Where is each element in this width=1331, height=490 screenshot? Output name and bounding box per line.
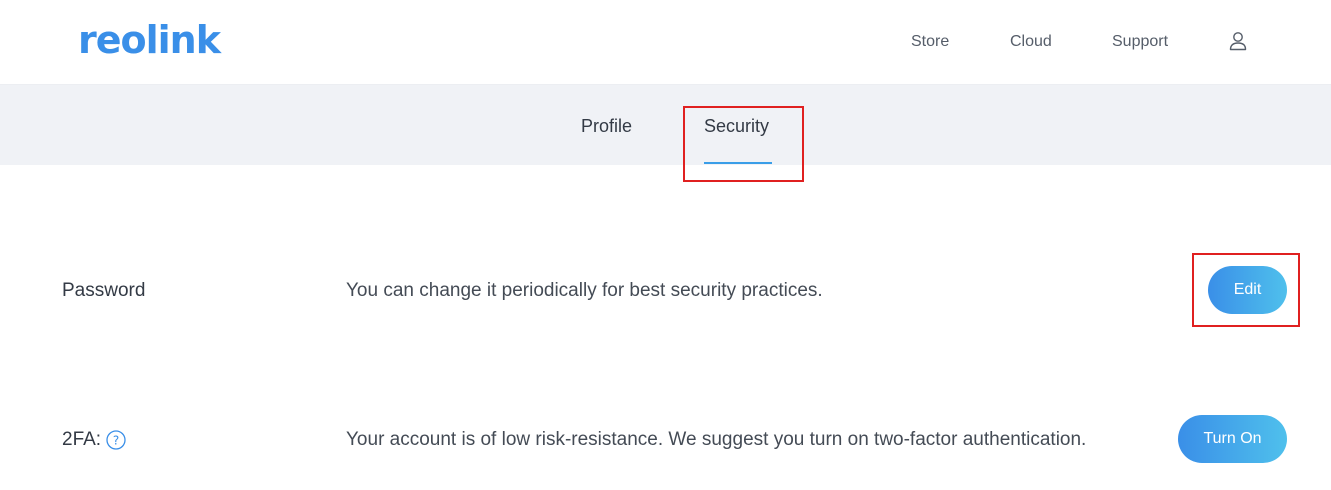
password-label: Password (62, 280, 146, 301)
active-tab-indicator (704, 162, 772, 164)
tab-security[interactable]: Security (704, 115, 769, 137)
nav-support-link[interactable]: Support (1112, 32, 1168, 52)
password-edit-button[interactable]: Edit (1208, 266, 1287, 314)
twofa-description: Your account is of low risk-resistance. … (346, 429, 1087, 450)
reolink-logo[interactable]: reolink (78, 18, 221, 62)
user-icon[interactable] (1229, 31, 1247, 51)
twofa-label: 2FA: (62, 429, 102, 450)
password-description: You can change it periodically for best … (346, 280, 823, 301)
top-header: reolink Store Cloud Support (0, 0, 1331, 85)
nav-store-link[interactable]: Store (911, 32, 949, 52)
svg-text:?: ? (113, 434, 119, 448)
twofa-turn-on-button[interactable]: Turn On (1178, 415, 1287, 463)
tab-bar: Profile Security (0, 85, 1331, 165)
tab-profile[interactable]: Profile (581, 115, 632, 137)
nav-cloud-link[interactable]: Cloud (1010, 32, 1052, 52)
question-circle-icon[interactable]: ? (106, 430, 126, 450)
